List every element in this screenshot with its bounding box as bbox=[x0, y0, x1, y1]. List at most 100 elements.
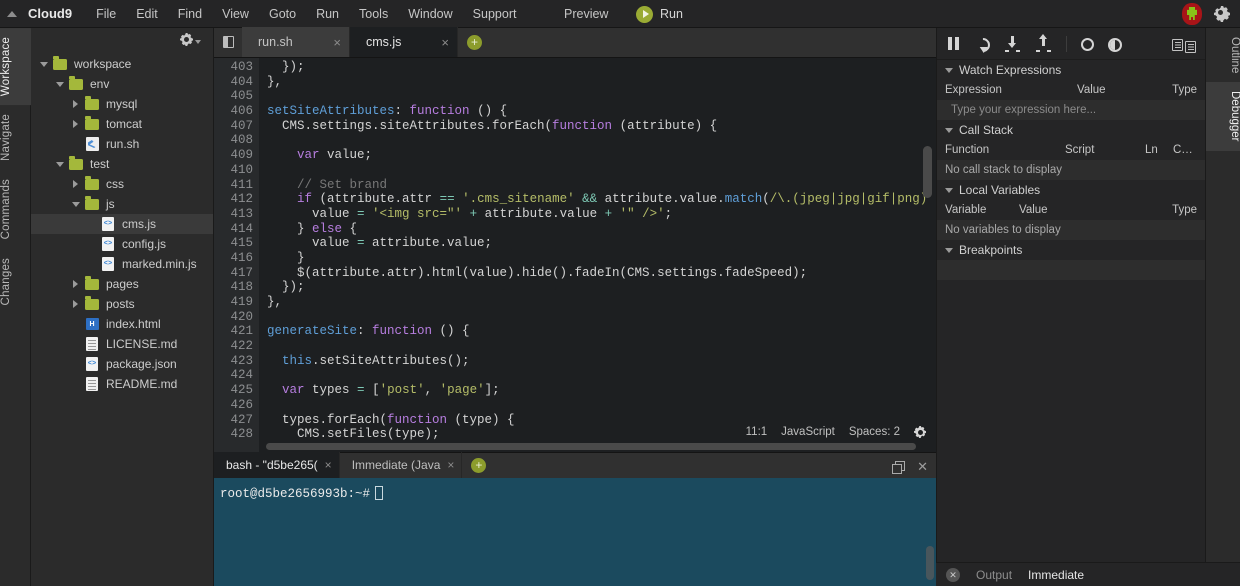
terminal-tab-immediate[interactable]: Immediate (Java × bbox=[340, 452, 463, 478]
twisty-closed-icon[interactable] bbox=[69, 100, 82, 108]
breakpoint-circle-icon[interactable] bbox=[1081, 38, 1094, 51]
preview-button[interactable]: Preview bbox=[556, 0, 616, 28]
watch-expression-input[interactable]: Type your expression here... bbox=[937, 100, 1205, 120]
circle-close-icon[interactable]: ✕ bbox=[946, 568, 960, 582]
step-out-icon[interactable] bbox=[1035, 35, 1052, 52]
twisty-open-icon[interactable] bbox=[53, 162, 66, 167]
sidebar-panel-icon[interactable] bbox=[214, 27, 242, 57]
section-watch-expressions[interactable]: Watch Expressions bbox=[937, 60, 1205, 80]
code-lines[interactable]: });}, setSiteAttributes: function () { C… bbox=[259, 58, 936, 452]
line-number: 407 bbox=[214, 119, 259, 134]
file-tree-settings-button[interactable] bbox=[180, 33, 201, 46]
close-icon[interactable]: × bbox=[315, 36, 341, 49]
menu-item-edit[interactable]: Edit bbox=[126, 0, 168, 28]
tree-item-css[interactable]: css bbox=[31, 174, 213, 194]
left-rail-tab-changes[interactable]: Changes bbox=[0, 249, 31, 314]
js-icon bbox=[98, 237, 118, 251]
twisty-open-icon[interactable] bbox=[53, 82, 66, 87]
tree-item-js[interactable]: js bbox=[31, 194, 213, 214]
collapse-menu-caret[interactable] bbox=[0, 0, 24, 28]
terminal-tab-bash[interactable]: bash - "d5be265( × bbox=[214, 452, 340, 478]
code-line: setSiteAttributes: function () { bbox=[267, 104, 936, 119]
restore-window-icon[interactable] bbox=[892, 461, 903, 472]
right-rail-tab-debugger[interactable]: Debugger bbox=[1206, 82, 1240, 151]
close-icon[interactable]: ✕ bbox=[917, 460, 928, 473]
folder-icon bbox=[82, 179, 102, 190]
editor-tab-run-sh[interactable]: run.sh × bbox=[242, 27, 350, 57]
left-rail-tab-commands[interactable]: Commands bbox=[0, 170, 31, 248]
tree-item-posts[interactable]: posts bbox=[31, 294, 213, 314]
step-into-icon[interactable] bbox=[1004, 35, 1021, 52]
editor-tab-cms-js[interactable]: cms.js × bbox=[350, 27, 458, 57]
tree-item-label: config.js bbox=[118, 237, 166, 251]
tree-item-readme-md[interactable]: README.md bbox=[31, 374, 213, 394]
tree-item-test[interactable]: test bbox=[31, 154, 213, 174]
add-tab-button[interactable]: + bbox=[467, 35, 482, 50]
left-rail-tab-navigate[interactable]: Navigate bbox=[0, 105, 31, 170]
line-number: 427 bbox=[214, 413, 259, 428]
terminal-add-tab-button[interactable]: + bbox=[471, 458, 486, 473]
tree-item-workspace[interactable]: workspace bbox=[31, 54, 213, 74]
list-menu-icon[interactable] bbox=[1172, 37, 1196, 53]
tree-item-env[interactable]: env bbox=[31, 74, 213, 94]
pause-icon[interactable] bbox=[945, 35, 962, 52]
run-button[interactable]: Run bbox=[628, 0, 691, 28]
gear-icon[interactable] bbox=[914, 426, 926, 438]
local-variables-empty: No variables to display bbox=[937, 220, 1205, 240]
line-number: 425 bbox=[214, 383, 259, 398]
gear-icon[interactable] bbox=[1214, 6, 1230, 22]
left-rail-tab-workspace[interactable]: Workspace bbox=[0, 28, 31, 105]
right-rail-tab-outline[interactable]: Outline bbox=[1206, 28, 1240, 82]
tree-item-pages[interactable]: pages bbox=[31, 274, 213, 294]
tree-item-index-html[interactable]: index.html bbox=[31, 314, 213, 334]
menu-item-tools[interactable]: Tools bbox=[349, 0, 398, 28]
terminal-scrollbar[interactable] bbox=[926, 546, 934, 580]
twisty-closed-icon[interactable] bbox=[69, 180, 82, 188]
bottom-tab-immediate[interactable]: Immediate bbox=[1028, 568, 1084, 582]
language-mode[interactable]: JavaScript bbox=[781, 426, 835, 438]
twisty-open-icon[interactable] bbox=[69, 202, 82, 207]
section-call-stack[interactable]: Call Stack bbox=[937, 120, 1205, 140]
code-line: value = '<img src="' + attribute.value +… bbox=[267, 207, 936, 222]
toolbar-divider bbox=[1066, 36, 1067, 52]
tree-item-config-js[interactable]: config.js bbox=[31, 234, 213, 254]
section-title: Call Stack bbox=[959, 123, 1013, 137]
tree-item-label: LICENSE.md bbox=[102, 337, 177, 351]
step-over-icon[interactable] bbox=[973, 35, 993, 55]
bottom-tab-output[interactable]: Output bbox=[976, 568, 1012, 582]
terminal-panel: bash - "d5be265( × Immediate (Java × + ✕… bbox=[214, 452, 936, 586]
section-local-variables[interactable]: Local Variables bbox=[937, 180, 1205, 200]
twisty-open-icon[interactable] bbox=[37, 62, 50, 67]
menu-item-window[interactable]: Window bbox=[398, 0, 462, 28]
menu-item-file[interactable]: File bbox=[86, 0, 126, 28]
menu-item-support[interactable]: Support bbox=[463, 0, 527, 28]
menu-item-view[interactable]: View bbox=[212, 0, 259, 28]
code-line: generateSite: function () { bbox=[267, 324, 936, 339]
editor-horizontal-scrollbar[interactable] bbox=[266, 443, 916, 450]
tree-item-marked-min-js[interactable]: marked.min.js bbox=[31, 254, 213, 274]
tree-item-cms-js[interactable]: cms.js bbox=[31, 214, 213, 234]
tree-item-license-md[interactable]: LICENSE.md bbox=[31, 334, 213, 354]
editor-vertical-scrollbar[interactable] bbox=[923, 146, 932, 198]
section-breakpoints[interactable]: Breakpoints bbox=[937, 240, 1205, 260]
indent-setting[interactable]: Spaces: 2 bbox=[849, 426, 900, 438]
tree-item-mysql[interactable]: mysql bbox=[31, 94, 213, 114]
js-icon bbox=[98, 217, 118, 231]
menu-item-find[interactable]: Find bbox=[168, 0, 212, 28]
line-number: 405 bbox=[214, 89, 259, 104]
tree-item-run-sh[interactable]: run.sh bbox=[31, 134, 213, 154]
terminal-output[interactable]: root@d5be2656993b:~# bbox=[214, 478, 936, 586]
close-icon[interactable]: × bbox=[447, 458, 454, 472]
code-area[interactable]: 4034044054064074084094104114124134144154… bbox=[214, 58, 936, 452]
close-icon[interactable]: × bbox=[325, 458, 332, 472]
twisty-closed-icon[interactable] bbox=[69, 300, 82, 308]
tree-item-tomcat[interactable]: tomcat bbox=[31, 114, 213, 134]
breakpoint-half-icon[interactable] bbox=[1108, 38, 1122, 52]
menu-item-goto[interactable]: Goto bbox=[259, 0, 306, 28]
tree-item-package-json[interactable]: package.json bbox=[31, 354, 213, 374]
close-icon[interactable]: × bbox=[423, 36, 449, 49]
twisty-closed-icon[interactable] bbox=[69, 280, 82, 288]
twisty-closed-icon[interactable] bbox=[69, 120, 82, 128]
menu-item-run[interactable]: Run bbox=[306, 0, 349, 28]
space-invader-icon[interactable] bbox=[1182, 3, 1202, 25]
